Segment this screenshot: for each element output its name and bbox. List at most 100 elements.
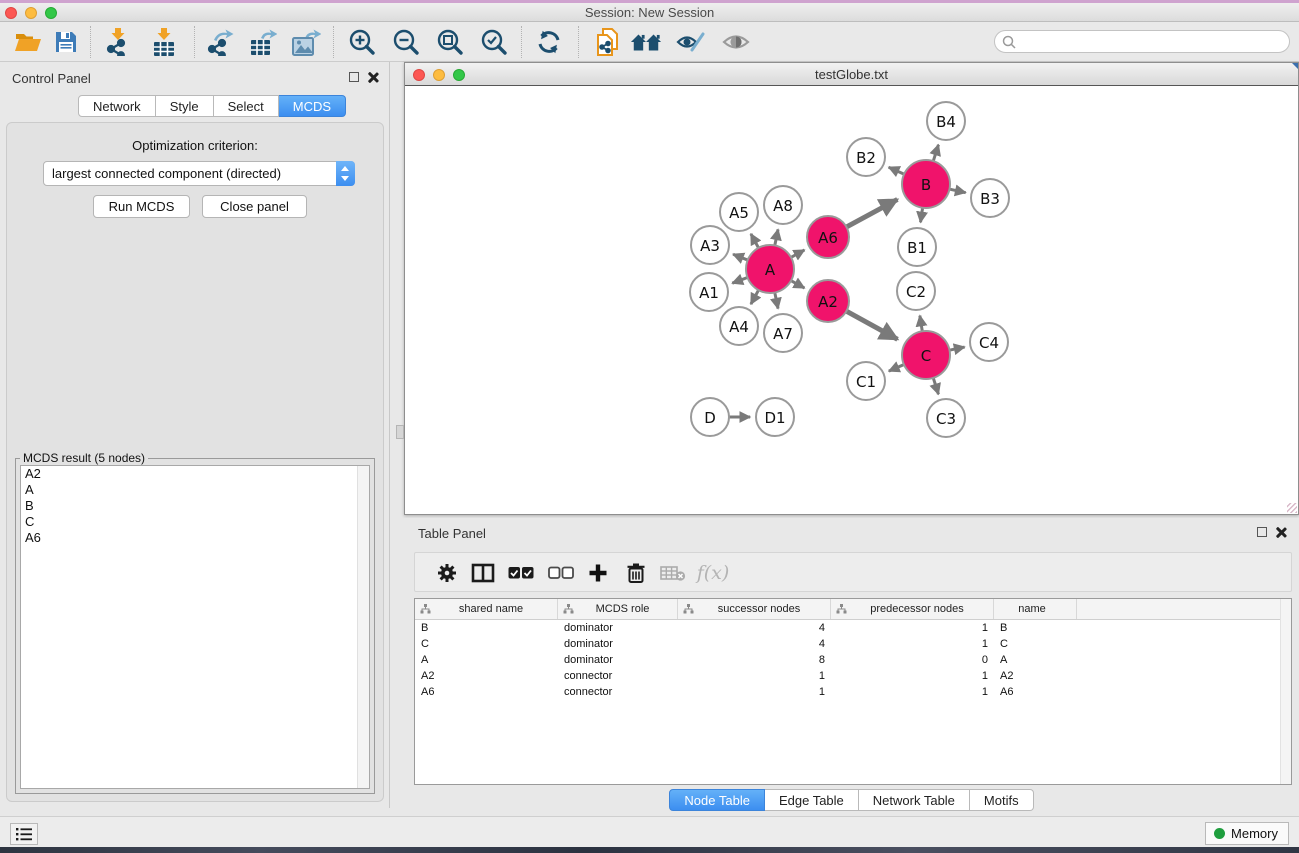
graph-edge-A6-B[interactable] — [845, 199, 898, 228]
import-network-icon[interactable] — [102, 27, 134, 57]
table-row[interactable]: Cdominator41C — [415, 636, 1291, 652]
table-scrollbar[interactable] — [1280, 599, 1291, 784]
zoom-out-icon[interactable] — [390, 27, 422, 57]
mcds-result-list[interactable]: A2ABCA6 — [20, 465, 370, 789]
add-row-icon[interactable] — [583, 559, 613, 587]
export-image-icon[interactable] — [290, 27, 322, 57]
column-header-shared-name[interactable]: shared name — [415, 599, 558, 619]
graph-node-C3[interactable]: C3 — [927, 399, 965, 437]
graph-node-D1[interactable]: D1 — [756, 398, 794, 436]
mcds-result-item[interactable]: A2 — [21, 466, 369, 482]
table-cell[interactable]: 0 — [831, 652, 994, 668]
network-canvas[interactable]: B4B2BB3B1A5A8A6A3AA1A2C2A4A7CC4C1C3DD1 — [405, 86, 1298, 514]
zoom-fit-icon[interactable] — [434, 27, 466, 57]
graph-node-A[interactable]: A — [746, 245, 794, 293]
mcds-result-item[interactable]: A — [21, 482, 369, 498]
close-table-panel-icon[interactable] — [1275, 526, 1287, 538]
table-cell[interactable]: dominator — [558, 636, 678, 652]
column-header-name[interactable]: name — [994, 599, 1077, 619]
zoom-in-icon[interactable] — [346, 27, 378, 57]
table-tab-network-table[interactable]: Network Table — [859, 789, 970, 811]
table-cell[interactable]: 1 — [831, 668, 994, 684]
close-panel-icon[interactable] — [367, 71, 379, 83]
export-table-icon[interactable] — [247, 27, 279, 57]
table-cell[interactable]: A2 — [415, 668, 558, 684]
graph-node-C[interactable]: C — [902, 331, 950, 379]
tab-network[interactable]: Network — [78, 95, 156, 117]
graph-node-A1[interactable]: A1 — [690, 273, 728, 311]
table-cell[interactable]: A6 — [415, 684, 558, 700]
graph-node-A5[interactable]: A5 — [720, 193, 758, 231]
select-all-icon[interactable] — [506, 559, 536, 587]
tab-mcds[interactable]: MCDS — [279, 95, 346, 117]
table-cell[interactable]: 1 — [831, 620, 994, 636]
graph-node-C2[interactable]: C2 — [897, 272, 935, 310]
import-table-icon[interactable] — [148, 27, 180, 57]
memory-button[interactable]: Memory — [1205, 822, 1289, 845]
table-cell[interactable]: C — [415, 636, 558, 652]
graph-node-A3[interactable]: A3 — [691, 226, 729, 264]
graph-node-C1[interactable]: C1 — [847, 362, 885, 400]
home-layout-icon[interactable] — [630, 27, 662, 57]
mcds-result-item[interactable]: C — [21, 514, 369, 530]
deselect-all-icon[interactable] — [546, 559, 576, 587]
table-row[interactable]: A2connector11A2 — [415, 668, 1291, 684]
graph-node-D[interactable]: D — [691, 398, 729, 436]
table-tab-node-table[interactable]: Node Table — [669, 789, 765, 811]
graph-node-B4[interactable]: B4 — [927, 102, 965, 140]
graph-node-B1[interactable]: B1 — [898, 228, 936, 266]
export-network-icon[interactable] — [204, 27, 236, 57]
gear-icon[interactable] — [432, 559, 462, 587]
style-preview-icon[interactable] — [675, 27, 707, 57]
mcds-result-item[interactable]: B — [21, 498, 369, 514]
panel-splitter-handle[interactable] — [396, 425, 404, 439]
table-cell[interactable]: dominator — [558, 652, 678, 668]
refresh-view-icon[interactable] — [533, 27, 565, 57]
window-resize-grip[interactable] — [1287, 503, 1297, 513]
table-cell[interactable]: connector — [558, 684, 678, 700]
table-tab-motifs[interactable]: Motifs — [970, 789, 1034, 811]
run-mcds-button[interactable]: Run MCDS — [93, 195, 190, 218]
table-cell[interactable]: 1 — [831, 636, 994, 652]
mcds-result-item[interactable]: A6 — [21, 530, 369, 546]
table-tab-edge-table[interactable]: Edge Table — [765, 789, 859, 811]
table-cell[interactable]: 4 — [678, 636, 831, 652]
table-cell[interactable]: 4 — [678, 620, 831, 636]
graph-node-A2[interactable]: A2 — [807, 280, 849, 322]
table-row[interactable]: A6connector11A6 — [415, 684, 1291, 700]
column-header-predecessor-nodes[interactable]: predecessor nodes — [831, 599, 994, 619]
table-row[interactable]: Adominator80A — [415, 652, 1291, 668]
graph-node-B3[interactable]: B3 — [971, 179, 1009, 217]
table-cell[interactable]: B — [415, 620, 558, 636]
zoom-selected-icon[interactable] — [478, 27, 510, 57]
search-input[interactable] — [994, 30, 1290, 53]
tab-style[interactable]: Style — [156, 95, 214, 117]
function-builder-icon[interactable]: f(x) — [698, 559, 728, 587]
table-row[interactable]: Bdominator41B — [415, 620, 1291, 636]
save-session-icon[interactable] — [50, 27, 82, 57]
task-history-button[interactable] — [10, 823, 38, 845]
table-cell[interactable]: A6 — [994, 684, 1077, 700]
graph-node-B[interactable]: B — [902, 160, 950, 208]
close-panel-button[interactable]: Close panel — [202, 195, 307, 218]
float-table-panel-icon[interactable] — [1257, 527, 1267, 537]
table-cell[interactable]: 1 — [678, 668, 831, 684]
graph-node-A8[interactable]: A8 — [764, 186, 802, 224]
table-cell[interactable]: B — [994, 620, 1077, 636]
delete-row-icon[interactable] — [621, 559, 651, 587]
graph-node-A4[interactable]: A4 — [720, 307, 758, 345]
graph-node-A6[interactable]: A6 — [807, 216, 849, 258]
show-hide-panel-icon[interactable] — [720, 27, 752, 57]
table-cell[interactable]: 1 — [678, 684, 831, 700]
open-file-icon[interactable] — [12, 27, 44, 57]
graph-edge-A2-C[interactable] — [845, 310, 898, 339]
mcds-list-scrollbar[interactable] — [357, 466, 369, 788]
column-header-MCDS-role[interactable]: MCDS role — [558, 599, 678, 619]
table-cell[interactable]: 1 — [831, 684, 994, 700]
graph-node-B2[interactable]: B2 — [847, 138, 885, 176]
tab-select[interactable]: Select — [214, 95, 279, 117]
column-header-successor-nodes[interactable]: successor nodes — [678, 599, 831, 619]
clone-network-icon[interactable] — [592, 27, 624, 57]
graph-node-C4[interactable]: C4 — [970, 323, 1008, 361]
delete-table-icon[interactable] — [658, 559, 688, 587]
